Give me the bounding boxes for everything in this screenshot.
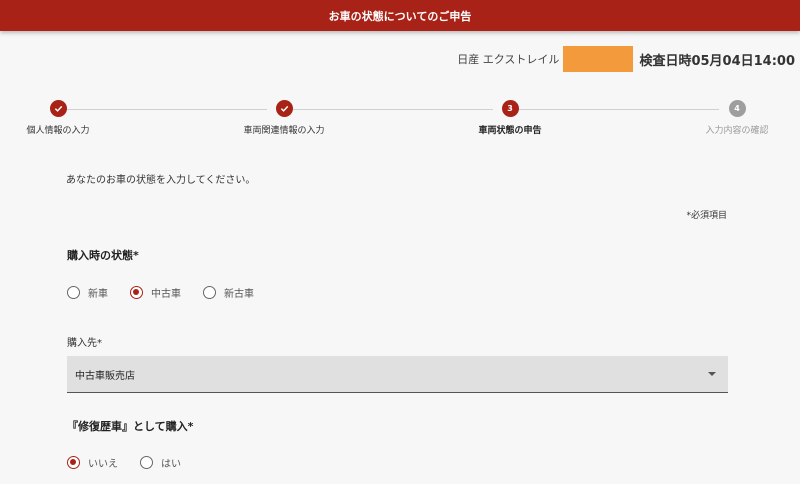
radio-no[interactable]: いいえ — [67, 455, 118, 470]
check-icon — [275, 100, 293, 117]
radio-unused-car[interactable]: 新古車 — [203, 285, 254, 300]
purchase-state-group: 新車 中古車 新古車 — [67, 285, 276, 300]
vehicle-name: 日産 エクストレイル — [457, 53, 560, 66]
radio-icon — [140, 456, 153, 469]
step-label: 車両状態の申告 — [478, 126, 542, 136]
select-value: 中古車販売店 — [75, 370, 135, 382]
radio-new-car[interactable]: 新車 — [67, 285, 108, 300]
radio-label: 新古車 — [224, 289, 254, 300]
inspection-datetime: 検査日時05月04日14:00 — [639, 53, 795, 69]
radio-label: いいえ — [88, 459, 118, 470]
step-label: 入力内容の確認 — [705, 126, 769, 136]
progress-stepper: 個人情報の入力 車両関連情報の入力 3 車両状態の申告 4 入力内容の確認 — [0, 100, 800, 140]
radio-yes[interactable]: はい — [140, 455, 181, 470]
repair-history-label: 『修復歴車』として購入* — [67, 420, 194, 433]
radio-label: 中古車 — [151, 289, 181, 300]
app-header: お車の状態についてのご申告 — [0, 0, 800, 31]
dropdown-arrow-icon — [708, 372, 716, 376]
vehicle-info: 日産 エクストレイル 検査日時05月04日14:00 — [457, 46, 795, 72]
radio-label: はい — [161, 459, 181, 470]
purchase-from-select[interactable]: 中古車販売店 — [67, 356, 728, 393]
purchase-state-label: 購入時の状態* — [67, 249, 139, 262]
radio-icon — [203, 286, 216, 299]
step-confirm: 4 入力内容の確認 — [657, 100, 800, 136]
purchase-from-label: 購入先* — [67, 338, 102, 349]
step-vehicle-info: 車両関連情報の入力 — [204, 100, 364, 136]
check-icon — [49, 100, 67, 117]
step-vehicle-condition: 3 車両状態の申告 — [430, 100, 590, 136]
required-note: *必須項目 — [686, 211, 727, 221]
radio-used-car[interactable]: 中古車 — [130, 285, 181, 300]
step-label: 車両関連情報の入力 — [243, 126, 325, 136]
step-number: 4 — [728, 100, 746, 117]
page-title: お車の状態についてのご申告 — [328, 9, 472, 23]
radio-selected-icon — [130, 286, 143, 299]
radio-icon — [67, 286, 80, 299]
radio-selected-icon — [67, 456, 80, 469]
step-personal-info: 個人情報の入力 — [0, 100, 138, 136]
step-number: 3 — [501, 100, 519, 117]
step-label: 個人情報の入力 — [26, 126, 90, 136]
repair-history-group: いいえ はい — [67, 455, 203, 470]
radio-label: 新車 — [88, 289, 108, 300]
instruction-text: あなたのお車の状態を入力してください。 — [66, 175, 256, 186]
redacted-block — [563, 46, 634, 72]
